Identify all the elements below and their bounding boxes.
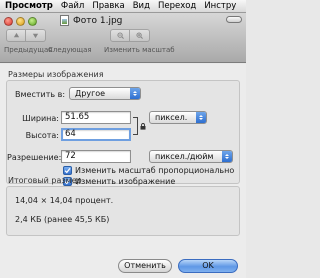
- width-field[interactable]: 51.65: [61, 111, 131, 124]
- previous-button[interactable]: [6, 29, 26, 42]
- scale-proportionally-label: Изменить масштаб пропорционально: [75, 166, 235, 175]
- popup-arrows-icon: [196, 112, 206, 123]
- window-title: Фото 1.jpg: [60, 15, 200, 26]
- adjust-size-dialog: Размеры изображения Вместить в: Другое Ш…: [0, 64, 246, 278]
- menu-go[interactable]: Переход: [154, 0, 200, 13]
- resolution-units-value: пиксел./дюйм: [155, 152, 214, 161]
- result-size-group: 14,04 × 14,04 процент. 2,4 КБ (ранее 45,…: [6, 186, 240, 236]
- previous-label: Предыдущая: [4, 46, 53, 54]
- proportion-bracket: [133, 117, 138, 135]
- menu-app-preview[interactable]: Просмотр: [0, 0, 57, 13]
- resolution-label: Разрешение:: [7, 153, 62, 162]
- size-units-popup[interactable]: пиксел.: [149, 111, 207, 124]
- prev-next-control: [6, 29, 46, 42]
- fit-into-value: Другое: [75, 89, 106, 98]
- size-units-value: пиксел.: [155, 113, 188, 122]
- image-file-icon: [60, 15, 69, 26]
- menu-edit[interactable]: Правка: [88, 0, 128, 13]
- image-size-section-title: Размеры изображения: [8, 70, 104, 79]
- resolution-field[interactable]: 72: [61, 150, 131, 163]
- popup-arrows-icon: [222, 151, 232, 162]
- popup-arrows-icon: [130, 88, 140, 99]
- zoom-out-icon: [116, 32, 124, 39]
- close-window-button[interactable]: [4, 17, 13, 26]
- window-title-text: Фото 1.jpg: [73, 15, 123, 26]
- next-label: Следующая: [48, 46, 92, 54]
- scale-proportionally-checkbox[interactable]: Изменить масштаб пропорционально: [63, 166, 234, 175]
- cancel-button[interactable]: Отменить: [118, 259, 172, 273]
- result-file-size: 2,4 КБ (ранее 45,5 КБ): [15, 215, 110, 224]
- result-size-section-title: Итоговый размер: [8, 176, 82, 185]
- result-dimensions: 14,04 × 14,04 процент.: [15, 196, 114, 205]
- arrow-down-icon: [32, 33, 39, 39]
- toolbar-toggle-button[interactable]: [226, 16, 242, 23]
- image-size-group: Вместить в: Другое Ширина: 51.65 Высота:…: [6, 80, 240, 186]
- zoom-out-button[interactable]: [110, 29, 130, 42]
- height-field[interactable]: 64: [61, 128, 131, 141]
- fit-into-label: Вместить в:: [15, 90, 66, 99]
- arrow-up-icon: [13, 32, 19, 38]
- fit-into-popup[interactable]: Другое: [69, 87, 141, 100]
- menu-file[interactable]: Файл: [57, 0, 88, 13]
- lock-icon[interactable]: [140, 123, 146, 130]
- next-button[interactable]: [26, 29, 46, 42]
- minimize-window-button[interactable]: [16, 17, 25, 26]
- zoom-window-button[interactable]: [28, 17, 37, 26]
- menu-view[interactable]: Вид: [129, 0, 154, 13]
- menu-bar: Просмотр Файл Правка Вид Переход Инстру: [0, 0, 246, 13]
- zoom-in-icon: [136, 32, 143, 39]
- height-label: Высота:: [25, 131, 59, 140]
- resolution-units-popup[interactable]: пиксел./дюйм: [149, 150, 233, 163]
- resample-label: Изменить изображение: [75, 177, 176, 186]
- zoom-in-button[interactable]: [130, 29, 150, 42]
- zoom-label: Изменить масштаб: [104, 46, 175, 54]
- checkmark-icon: [63, 166, 72, 175]
- zoom-control: [110, 29, 150, 42]
- width-label: Ширина:: [22, 114, 59, 123]
- menu-tools[interactable]: Инстру: [200, 0, 240, 13]
- ok-button[interactable]: OK: [178, 259, 238, 273]
- window-toolbar: Фото 1.jpg Предыдущая Следующая Изменить…: [0, 13, 246, 63]
